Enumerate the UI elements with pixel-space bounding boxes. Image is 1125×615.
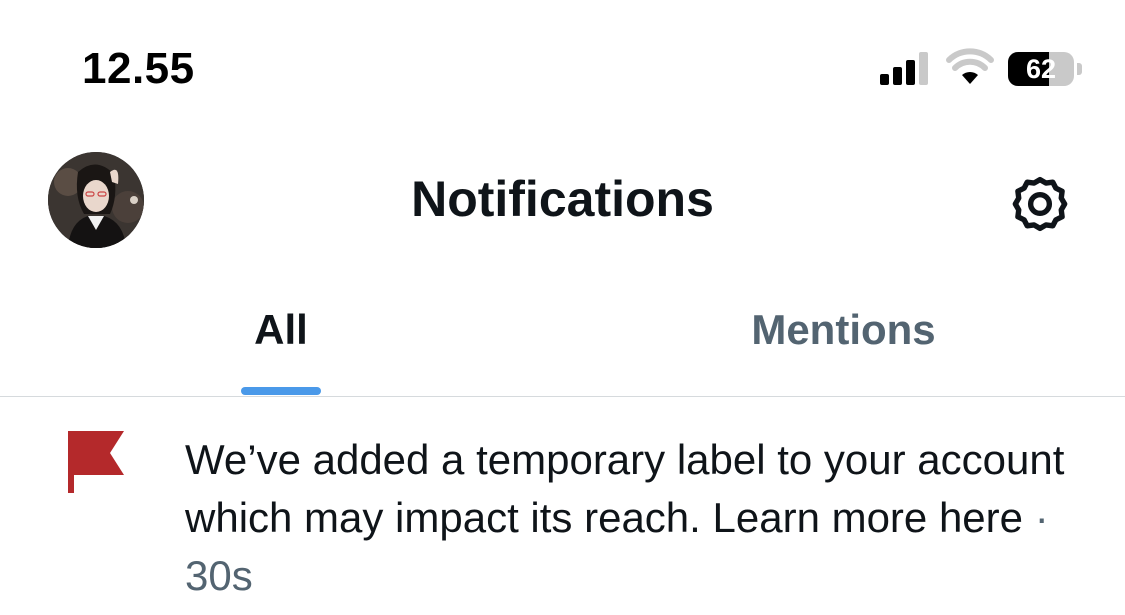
- notification-time: 30s: [185, 552, 253, 599]
- tab-all[interactable]: All: [0, 290, 562, 396]
- notification-separator: ·: [1034, 494, 1049, 541]
- wifi-icon: [946, 48, 994, 86]
- flag-icon: [66, 431, 126, 493]
- notification-message[interactable]: We’ve added a temporary label to your ac…: [185, 436, 1064, 541]
- status-time: 12.55: [82, 44, 195, 93]
- gear-icon[interactable]: [1006, 170, 1074, 238]
- page-title: Notifications: [411, 171, 714, 227]
- tab-all-label: All: [254, 306, 308, 353]
- status-bar: 12.55 62: [0, 0, 1125, 120]
- header: Notifications: [0, 140, 1125, 255]
- battery-level: 62: [1025, 54, 1057, 84]
- notification-item[interactable]: We’ve added a temporary label to your ac…: [0, 397, 1125, 615]
- cellular-signal-icon: [880, 50, 934, 86]
- battery-terminal: [1077, 63, 1082, 75]
- battery-icon: 62: [1008, 52, 1082, 86]
- active-tab-indicator: [241, 387, 321, 395]
- battery-body: 62: [1008, 52, 1074, 86]
- tab-bar: All Mentions: [0, 290, 1125, 397]
- tab-mentions-label: Mentions: [751, 306, 936, 353]
- tab-mentions[interactable]: Mentions: [562, 290, 1125, 396]
- notification-text: We’ve added a temporary label to your ac…: [185, 431, 1085, 605]
